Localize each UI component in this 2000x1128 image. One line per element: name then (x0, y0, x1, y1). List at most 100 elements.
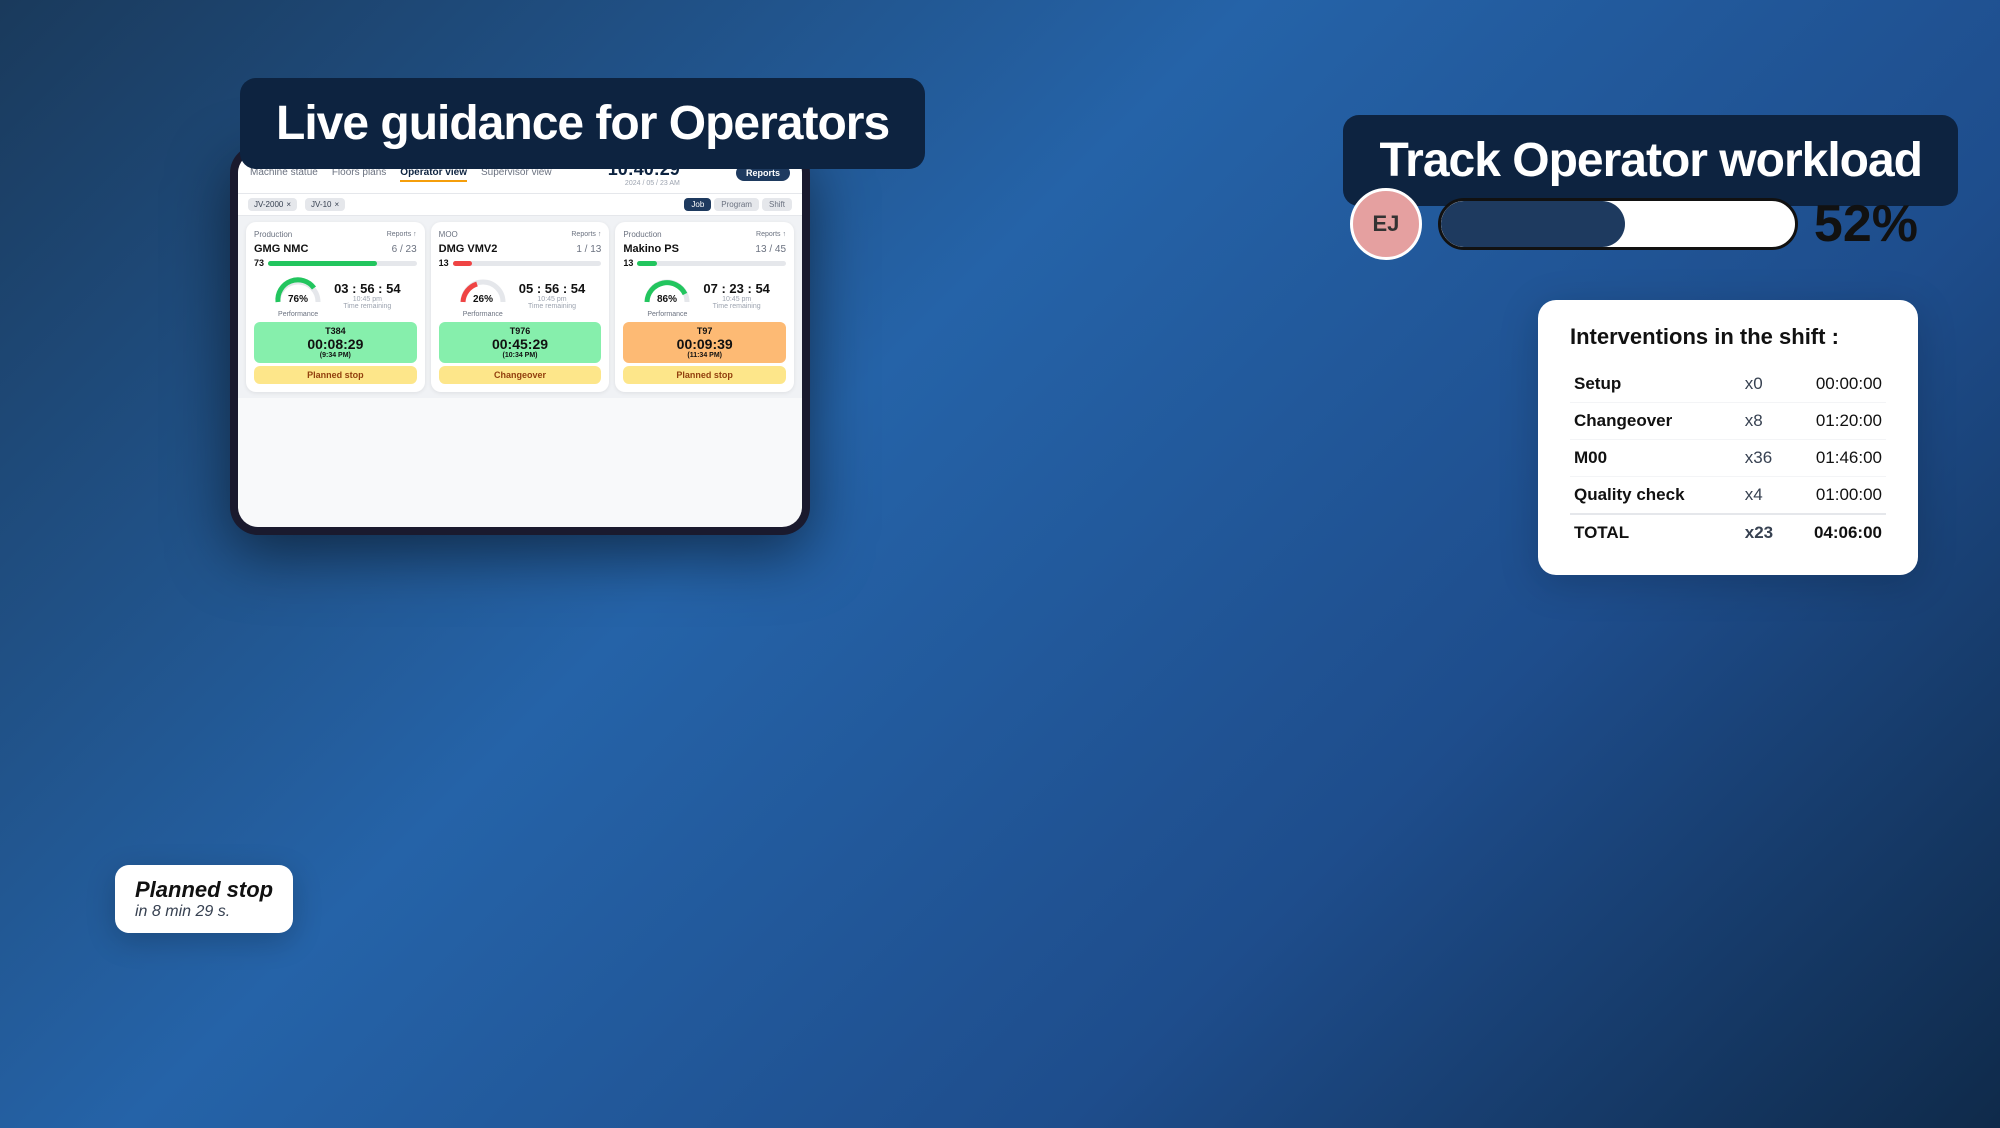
mc1-fill (268, 261, 377, 266)
mc3-gauge-row: 86% Performance 07 : 23 : 54 10:45 pm Ti… (623, 272, 786, 318)
mc1-task-time: 00:08:29 (258, 336, 413, 352)
mc2-progress-row: 13 (439, 258, 602, 268)
mc2-task-sub: (10:34 PM) (443, 352, 598, 359)
operator-percentage: 52% (1814, 198, 1918, 250)
mc2-time-label: Time remaining (519, 303, 586, 310)
mc3-progress-bar (637, 261, 786, 266)
mc1-status[interactable]: Planned stop (254, 366, 417, 384)
mc2-reports[interactable]: Reports ↑ (571, 231, 601, 238)
view-pills: Job Program Shift (684, 198, 792, 211)
mc2-task-btn[interactable]: T976 00:45:29 (10:34 PM) (439, 322, 602, 363)
interventions-card: Interventions in the shift : Setup x0 00… (1538, 300, 1918, 575)
mc1-task-id: T384 (258, 326, 413, 336)
filter-chip-2[interactable]: JV-10 × (305, 198, 345, 211)
mc3-count: 13 / 45 (755, 244, 786, 255)
pill-shift[interactable]: Shift (762, 198, 792, 211)
mc3-task-id: T97 (627, 326, 782, 336)
mc2-gauge-label: Performance (455, 311, 511, 318)
mc2-pct: 13 (439, 258, 449, 268)
filter-chip-1[interactable]: JV-2000 × (248, 198, 297, 211)
live-guidance-badge: Live guidance for Operators (240, 78, 925, 169)
mc2-progress-bar (453, 261, 602, 266)
tablet-date: 2024 / 05 / 23 AM (625, 180, 680, 187)
mc1-progress-row: 73 (254, 258, 417, 268)
mc1-gauge-svg: 76% (270, 272, 326, 306)
mc3-header: Production Reports ↑ (623, 230, 786, 239)
mc3-gauge-label: Performance (639, 311, 695, 318)
mc1-header: Production Reports ↑ (254, 230, 417, 239)
operator-avatar: EJ (1350, 188, 1422, 260)
interventions-title: Interventions in the shift : (1570, 324, 1886, 350)
planned-stop-subtitle: in 8 min 29 s. (135, 903, 273, 921)
mc2-gauge-wrap: 26% Performance (455, 272, 511, 318)
intervention-count-4: x23 (1741, 514, 1805, 551)
machine-card-1: Production Reports ↑ GMG NMC 6 / 23 73 (246, 222, 425, 392)
intervention-time-1: 01:20:00 (1805, 403, 1886, 440)
mc2-time-info: 05 : 56 : 54 10:45 pm Time remaining (519, 281, 586, 310)
tablet-device: Machine statue Floors plans Operator vie… (230, 145, 810, 535)
mc3-status[interactable]: Planned stop (623, 366, 786, 384)
mc3-task-sub: (11:34 PM) (627, 352, 782, 359)
intervention-row-0: Setup x0 00:00:00 (1570, 366, 1886, 403)
mc3-name: Makino PS (623, 243, 679, 255)
mc3-time-big: 07 : 23 : 54 (703, 281, 770, 296)
mc1-gauge-wrap: 76% Performance (270, 272, 326, 318)
mc3-fill (637, 261, 656, 266)
mc3-gauge-svg: 86% (639, 272, 695, 306)
intervention-label-4: TOTAL (1570, 514, 1741, 551)
intervention-label-2: M00 (1570, 440, 1741, 477)
mc1-time-big: 03 : 56 : 54 (334, 281, 401, 296)
svg-text:76%: 76% (288, 294, 308, 305)
operator-progress-bar (1438, 198, 1798, 250)
live-guidance-title: Live guidance for Operators (276, 97, 889, 150)
mc3-time-info: 07 : 23 : 54 10:45 pm Time remaining (703, 281, 770, 310)
intervention-row-2: M00 x36 01:46:00 (1570, 440, 1886, 477)
mc1-reports[interactable]: Reports ↑ (387, 231, 417, 238)
svg-text:86%: 86% (657, 294, 677, 305)
mc2-time-big: 05 : 56 : 54 (519, 281, 586, 296)
intervention-count-3: x4 (1741, 477, 1805, 515)
mc3-gauge-wrap: 86% Performance (639, 272, 695, 318)
track-workload-title: Track Operator workload (1379, 134, 1922, 187)
intervention-time-3: 01:00:00 (1805, 477, 1886, 515)
mc2-gauge-svg: 26% (455, 272, 511, 306)
chip-remove-icon[interactable]: × (286, 200, 291, 209)
mc3-reports[interactable]: Reports ↑ (756, 231, 786, 238)
intervention-time-2: 01:46:00 (1805, 440, 1886, 477)
machine-card-2: MOO Reports ↑ DMG VMV2 1 / 13 13 (431, 222, 610, 392)
mc3-task-btn[interactable]: T97 00:09:39 (11:34 PM) (623, 322, 786, 363)
mc2-status[interactable]: Changeover (439, 366, 602, 384)
mc1-task-sub: (9:34 PM) (258, 352, 413, 359)
intervention-time-0: 00:00:00 (1805, 366, 1886, 403)
mc2-task-id: T976 (443, 326, 598, 336)
machine-cards-container: Production Reports ↑ GMG NMC 6 / 23 73 (238, 216, 802, 398)
chip-remove-icon-2[interactable]: × (335, 200, 340, 209)
mc2-name: DMG VMV2 (439, 243, 498, 255)
intervention-label-0: Setup (1570, 366, 1741, 403)
tablet-filter-row: JV-2000 × JV-10 × Job Program Shift (238, 194, 802, 216)
planned-stop-bubble: Planned stop in 8 min 29 s. (115, 865, 293, 933)
pill-job[interactable]: Job (684, 198, 711, 211)
mc2-task-time: 00:45:29 (443, 336, 598, 352)
intervention-label-1: Changeover (1570, 403, 1741, 440)
mc1-time-label: Time remaining (334, 303, 401, 310)
intervention-row-3: Quality check x4 01:00:00 (1570, 477, 1886, 515)
mc2-section: MOO (439, 230, 458, 239)
mc1-name: GMG NMC (254, 243, 308, 255)
mc1-pct: 73 (254, 258, 264, 268)
mc2-time-note: 10:45 pm (519, 296, 586, 303)
mc1-count: 6 / 23 (392, 244, 417, 255)
mc1-gauge-row: 76% Performance 03 : 56 : 54 10:45 pm Ti… (254, 272, 417, 318)
mc3-task-time: 00:09:39 (627, 336, 782, 352)
mc3-pct: 13 (623, 258, 633, 268)
machine-card-3: Production Reports ↑ Makino PS 13 / 45 1… (615, 222, 794, 392)
pill-program[interactable]: Program (714, 198, 759, 211)
mc1-task-btn[interactable]: T384 00:08:29 (9:34 PM) (254, 322, 417, 363)
intervention-count-1: x8 (1741, 403, 1805, 440)
mc2-count: 1 / 13 (576, 244, 601, 255)
mc2-fill (453, 261, 472, 266)
intervention-label-3: Quality check (1570, 477, 1741, 515)
mc1-gauge-label: Performance (270, 311, 326, 318)
mc1-time-info: 03 : 56 : 54 10:45 pm Time remaining (334, 281, 401, 310)
planned-stop-title: Planned stop (135, 877, 273, 903)
